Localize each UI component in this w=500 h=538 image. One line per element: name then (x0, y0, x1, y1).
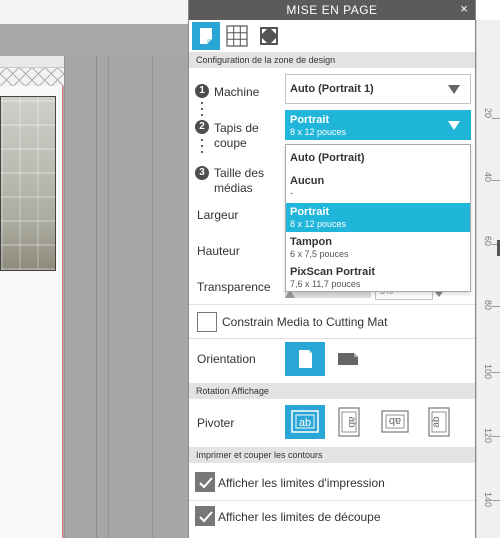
panel-title: MISE EN PAGE (286, 3, 378, 17)
machine-select-value: Auto (Portrait 1) (290, 83, 374, 95)
tab-grid[interactable] (223, 22, 251, 50)
show-cut-limits-label: Afficher les limites de découpe (218, 510, 381, 524)
orientation-label: Orientation (197, 352, 256, 366)
rotate-0-button[interactable]: ab (285, 405, 325, 439)
option-size: 8 x 12 pouces (290, 219, 347, 229)
rotate-0-icon: ab (291, 410, 319, 433)
tab-page-setup[interactable] (192, 22, 220, 50)
option-size: 7,6 x 11,7 pouces (290, 279, 361, 289)
print-section-header: Imprimer et couper les contours (189, 447, 475, 463)
mat-label-line2: coupe (214, 136, 247, 150)
checkmark-icon (199, 477, 213, 489)
rotate-180-button[interactable]: ab (375, 405, 415, 439)
mat-label-line1: Tapis de (214, 121, 259, 135)
mat-option-pixscan[interactable]: PixScan Portrait 7,6 x 11,7 pouces (286, 263, 470, 292)
option-size: 6 x 7,5 pouces (290, 249, 349, 259)
ruler-label: 120 (483, 428, 493, 444)
mat-option-none[interactable]: Aucun - (286, 172, 470, 202)
machine-label: Machine (214, 85, 260, 99)
divider (189, 304, 475, 305)
mat-hatch-margin (0, 68, 64, 87)
mat-options-list: Auto (Portrait) Aucun - Portrait 8 x 12 … (285, 144, 471, 292)
width-label: Largeur (197, 208, 239, 222)
ruler-label: 20 (483, 108, 493, 119)
chevron-down-icon[interactable] (435, 292, 443, 297)
step-connector (201, 100, 203, 116)
option-title: Tampon (290, 236, 332, 248)
grid-icon (226, 25, 248, 47)
option-title: PixScan Portrait (290, 266, 375, 278)
design-section-header: Configuration de la zone de design (189, 52, 475, 68)
ruler-label: 140 (483, 492, 493, 508)
page-edge-line (96, 56, 97, 538)
close-icon[interactable]: × (457, 1, 471, 17)
constrain-checkbox[interactable] (197, 312, 217, 332)
chevron-down-icon (448, 121, 460, 130)
step-2-badge: 2 (195, 120, 209, 134)
rotate-label: Pivoter (197, 416, 235, 430)
ruler-label: 40 (483, 172, 493, 183)
media-label-line2: médias (214, 181, 253, 195)
design-image[interactable] (0, 96, 56, 271)
rotate-glyph: ab (299, 417, 311, 429)
machine-select[interactable]: Auto (Portrait 1) (285, 74, 471, 104)
orientation-landscape-button[interactable] (329, 342, 369, 376)
panel-title-bar[interactable]: MISE EN PAGE × (189, 0, 475, 20)
mat-select[interactable]: Portrait 8 x 12 pouces (285, 110, 471, 140)
mat-option-portrait[interactable]: Portrait 8 x 12 pouces (286, 203, 470, 232)
rotate-180-icon: ab (381, 410, 409, 433)
step-3-badge: 3 (195, 166, 209, 180)
ruler-label: 100 (483, 364, 493, 380)
panel-tabs (189, 20, 475, 52)
rotate-glyph: ab (346, 416, 357, 428)
step-connector (201, 137, 203, 153)
expand-icon (260, 27, 278, 45)
page-setup-panel: MISE EN PAGE × Configuration de la zone … (188, 0, 476, 538)
rotate-270-button[interactable]: ab (419, 405, 459, 439)
vertical-ruler: 20 40 60 80 100 120 140 (476, 0, 500, 538)
height-label: Hauteur (197, 244, 240, 258)
chevron-down-icon (448, 85, 460, 94)
canvas-grey-area (64, 56, 188, 538)
divider (189, 500, 475, 501)
option-title: Auto (Portrait) (290, 152, 365, 164)
mat-select-size: 8 x 12 pouces (290, 127, 347, 137)
show-print-limits-label: Afficher les limites d'impression (218, 476, 385, 490)
media-label-line1: Taille des (214, 166, 265, 180)
show-print-limits-checkbox[interactable] (195, 472, 215, 492)
checkmark-icon (199, 511, 213, 523)
mat-select-title: Portrait (290, 114, 330, 126)
option-title: Aucun (290, 175, 325, 187)
mat-option-auto[interactable]: Auto (Portrait) (286, 145, 470, 171)
rotate-glyph: ab (389, 415, 401, 427)
landscape-page-icon (338, 353, 358, 365)
step-1-badge: 1 (195, 84, 209, 98)
constrain-label: Constrain Media to Cutting Mat (222, 315, 388, 329)
ruler-label: 80 (483, 300, 493, 311)
rotate-90-icon: ab (338, 407, 360, 437)
transparency-label: Transparence (197, 280, 271, 294)
page-icon (200, 28, 212, 44)
tab-fullscreen[interactable] (255, 22, 283, 50)
show-cut-limits-checkbox[interactable] (195, 506, 215, 526)
option-size: - (290, 188, 293, 198)
portrait-page-icon (299, 350, 312, 368)
rotation-section-header: Rotation Affichage (189, 383, 475, 399)
mat-option-tampon[interactable]: Tampon 6 x 7,5 pouces (286, 233, 470, 263)
rotate-90-button[interactable]: ab (329, 405, 369, 439)
divider (189, 338, 475, 339)
rotate-glyph: ab (431, 416, 442, 428)
rotate-270-icon: ab (428, 407, 450, 437)
orientation-portrait-button[interactable] (285, 342, 325, 376)
ruler-label: 60 (483, 236, 493, 247)
canvas-top-area (0, 0, 188, 24)
option-title: Portrait (290, 206, 330, 218)
